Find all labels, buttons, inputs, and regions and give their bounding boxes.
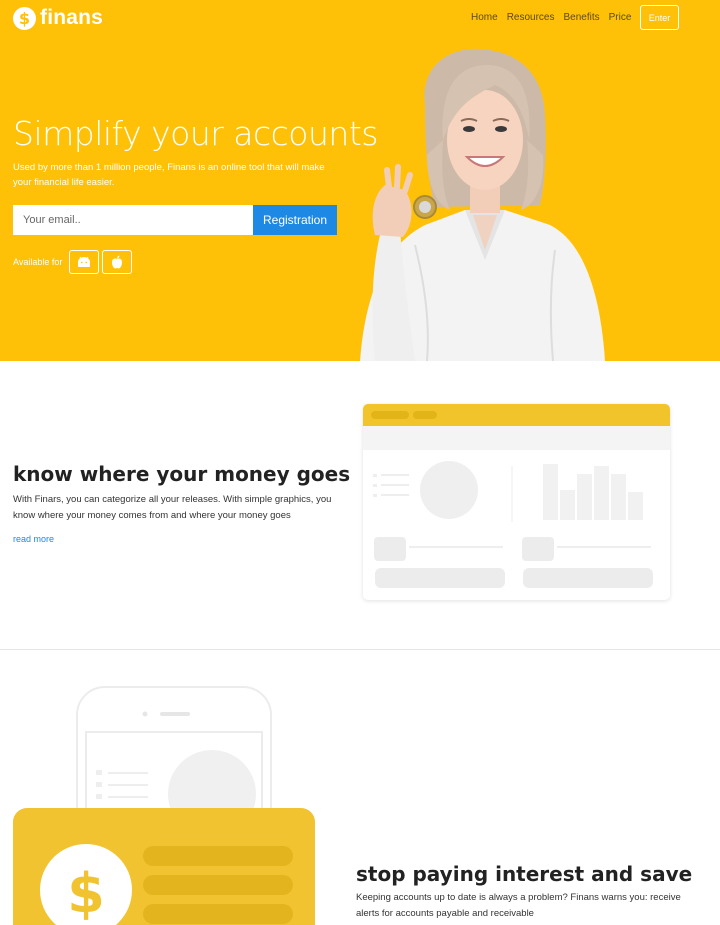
dashboard-illustration bbox=[363, 404, 670, 600]
dollar-coin-icon: $ bbox=[13, 6, 36, 30]
enter-button[interactable]: Enter bbox=[640, 5, 679, 30]
hero-title: Simplify your accounts bbox=[13, 114, 378, 153]
hero-subtitle: Used by more than 1 million people, Fina… bbox=[13, 162, 325, 188]
apple-icon bbox=[112, 255, 122, 269]
apple-store-button[interactable] bbox=[102, 250, 132, 274]
registration-button[interactable]: Registration bbox=[253, 205, 337, 235]
nav-resources[interactable]: Resources bbox=[507, 12, 555, 23]
dollar-icon: $ bbox=[67, 862, 105, 925]
available-for-label: Available for bbox=[13, 257, 63, 267]
feature-save-text: Keeping accounts up to date is always a … bbox=[356, 892, 681, 919]
nav-benefits[interactable]: Benefits bbox=[564, 12, 600, 23]
feature-money-text: With Finars, you can categorize all your… bbox=[13, 494, 332, 521]
feature-save-title: stop paying interest and save bbox=[356, 862, 693, 886]
feature-money-title: know where your money goes bbox=[13, 462, 351, 486]
section-divider bbox=[0, 649, 720, 650]
nav-price[interactable]: Price bbox=[609, 12, 632, 23]
savings-card-illustration: $ bbox=[13, 808, 315, 925]
brand-name: finans bbox=[40, 6, 104, 29]
read-more-link[interactable]: read more bbox=[13, 534, 54, 544]
nav-home[interactable]: Home bbox=[471, 12, 498, 23]
woman-holding-coin-image bbox=[360, 48, 605, 361]
android-store-button[interactable] bbox=[69, 250, 99, 274]
main-nav: Home Resources Benefits Price bbox=[471, 12, 631, 23]
hero-section: $ finans Home Resources Benefits Price E… bbox=[0, 0, 720, 361]
android-icon bbox=[78, 256, 90, 267]
logo[interactable]: $ finans bbox=[13, 6, 103, 30]
email-input[interactable] bbox=[13, 205, 253, 235]
